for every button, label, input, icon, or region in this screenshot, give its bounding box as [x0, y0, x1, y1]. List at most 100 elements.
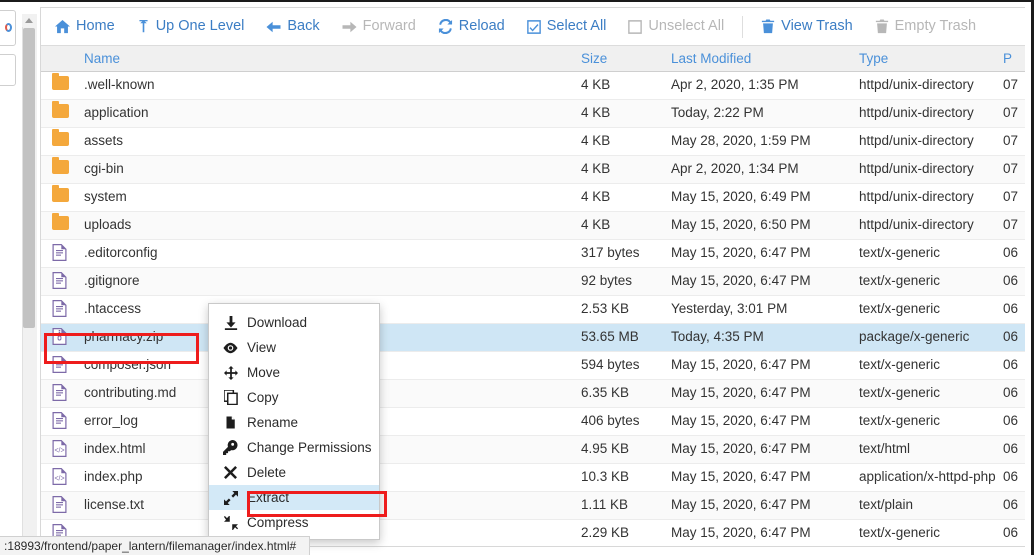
file-name[interactable]: .well-known	[84, 77, 155, 92]
context-menu-item-rename[interactable]: Rename	[209, 410, 379, 435]
file-manager-toolbar: Home Up One Level Back Forward Reload Select …	[41, 8, 1025, 46]
column-header-type[interactable]: Type	[859, 51, 888, 66]
context-menu-item-download[interactable]: Download	[209, 310, 379, 335]
file-type: text/plain	[859, 497, 913, 512]
file-size: 4 KB	[581, 77, 610, 92]
file-permissions: 07	[1003, 105, 1018, 120]
trash-icon	[761, 19, 775, 34]
table-row[interactable]: system4 KBMay 15, 2020, 6:49 PMhttpd/uni…	[41, 184, 1025, 212]
table-row[interactable]: cgi-bin4 KBApr 2, 2020, 1:34 PMhttpd/uni…	[41, 156, 1025, 184]
column-header-last-modified[interactable]: Last Modified	[671, 51, 751, 66]
file-permissions: 07	[1003, 161, 1018, 176]
file-name[interactable]: assets	[84, 133, 123, 148]
file-size: 4 KB	[581, 189, 610, 204]
file-size: 594 bytes	[581, 357, 640, 372]
file-name[interactable]: .htaccess	[84, 301, 141, 316]
text-file-icon	[52, 356, 67, 376]
table-row[interactable]: uploads4 KBMay 15, 2020, 6:50 PMhttpd/un…	[41, 212, 1025, 240]
toolbar-select-all-button[interactable]: Select All	[527, 19, 607, 34]
file-type: text/x-generic	[859, 525, 940, 540]
file-permissions: 06	[1003, 357, 1018, 372]
column-header-size[interactable]: Size	[581, 51, 607, 66]
table-row[interactable]: license.txt1.11 KBMay 15, 2020, 6:47 PMt…	[41, 492, 1025, 520]
sidebar-widget-top[interactable]	[0, 10, 16, 46]
table-row[interactable]: </>index.html4.95 KBMay 15, 2020, 6:47 P…	[41, 436, 1025, 464]
toolbar-unselect-all-button[interactable]: Unselect All	[628, 19, 724, 34]
folder-icon	[52, 76, 69, 90]
column-header-p[interactable]: P	[1003, 51, 1012, 66]
file-size: 4 KB	[581, 133, 610, 148]
toolbar-empty-trash-button[interactable]: Empty Trash	[875, 19, 976, 34]
scroll-up-arrow-icon[interactable]	[22, 14, 36, 27]
file-modified: May 15, 2020, 6:47 PM	[671, 525, 811, 540]
text-file-icon	[52, 300, 67, 320]
file-type-icon	[52, 76, 69, 93]
context-menu-item-extract[interactable]: Extract	[209, 485, 379, 510]
compress-icon	[223, 516, 238, 530]
file-modified: May 15, 2020, 6:47 PM	[671, 273, 811, 288]
file-name[interactable]: license.txt	[84, 497, 144, 512]
context-menu-item-delete[interactable]: Delete	[209, 460, 379, 485]
file-name[interactable]: index.html	[84, 441, 146, 456]
table-row[interactable]: .htaccess2.53 KBYesterday, 3:01 PMtext/x…	[41, 296, 1025, 324]
table-row[interactable]: error_log406 bytesMay 15, 2020, 6:47 PMt…	[41, 408, 1025, 436]
table-row[interactable]: contributing.md6.35 KBMay 15, 2020, 6:47…	[41, 380, 1025, 408]
arrow-left-icon	[266, 20, 281, 34]
page-scrollbar-thumb[interactable]	[23, 28, 35, 328]
toolbar-reload-button[interactable]: Reload	[438, 19, 505, 34]
file-name[interactable]: application	[84, 105, 149, 120]
x-icon	[223, 466, 238, 479]
file-name[interactable]: .gitignore	[84, 273, 140, 288]
file-size: 53.65 MB	[581, 329, 639, 344]
context-menu-item-move[interactable]: Move	[209, 360, 379, 385]
file-permissions: 06	[1003, 413, 1018, 428]
table-row[interactable]: .well-known4 KBApr 2, 2020, 1:35 PMhttpd…	[41, 72, 1025, 100]
file-name[interactable]: error_log	[84, 413, 138, 428]
file-modified: May 15, 2020, 6:47 PM	[671, 385, 811, 400]
filemanager-screenshot: Home Up One Level Back Forward Reload Select …	[0, 0, 1034, 555]
file-name[interactable]: uploads	[84, 217, 131, 232]
file-type-icon	[52, 328, 67, 348]
file-name[interactable]: system	[84, 189, 127, 204]
context-menu-item-copy[interactable]: Copy	[209, 385, 379, 410]
table-row[interactable]: .gitignore92 bytesMay 15, 2020, 6:47 PMt…	[41, 268, 1025, 296]
table-row[interactable]: .editorconfig317 bytesMay 15, 2020, 6:47…	[41, 240, 1025, 268]
file-modified: Today, 2:22 PM	[671, 105, 764, 120]
toolbar-up-one-level-button[interactable]: Up One Level	[137, 19, 245, 34]
file-name[interactable]: contributing.md	[84, 385, 176, 400]
table-row[interactable]: </>index.php10.3 KBMay 15, 2020, 6:47 PM…	[41, 464, 1025, 492]
table-row[interactable]: composer.json594 bytesMay 15, 2020, 6:47…	[41, 352, 1025, 380]
file-modified: Apr 2, 2020, 1:34 PM	[671, 161, 799, 176]
table-row[interactable]: assets4 KBMay 28, 2020, 1:59 PMhttpd/uni…	[41, 128, 1025, 156]
checked-box-icon	[527, 20, 541, 34]
table-row[interactable]: pharmacy.zip53.65 MBToday, 4:35 PMpackag…	[41, 324, 1025, 352]
file-permissions: 06	[1003, 329, 1018, 344]
file-type: httpd/unix-directory	[859, 217, 974, 232]
file-size: 4.95 KB	[581, 441, 629, 456]
sidebar-widget-bottom[interactable]	[0, 54, 16, 86]
empty-box-icon	[628, 20, 642, 34]
file-type-icon	[52, 496, 67, 516]
context-menu-item-view[interactable]: View	[209, 335, 379, 360]
context-menu-item-compress[interactable]: Compress	[209, 510, 379, 535]
file-name[interactable]: pharmacy.zip	[84, 329, 163, 344]
toolbar-back-button[interactable]: Back	[266, 19, 319, 34]
text-file-icon	[52, 496, 67, 516]
file-name[interactable]: cgi-bin	[84, 161, 124, 176]
column-header-name[interactable]: Name	[84, 51, 120, 66]
file-name[interactable]: composer.json	[84, 357, 171, 372]
file-name[interactable]: index.php	[84, 469, 143, 484]
toolbar-forward-button[interactable]: Forward	[342, 19, 416, 34]
file-name[interactable]: .editorconfig	[84, 245, 158, 260]
table-row[interactable]: application4 KBToday, 2:22 PMhttpd/unix-…	[41, 100, 1025, 128]
toolbar-home-button[interactable]: Home	[55, 19, 115, 34]
toolbar-view-trash-button[interactable]: View Trash	[761, 19, 852, 34]
context-menu-label: Delete	[247, 465, 286, 480]
folder-icon	[52, 188, 69, 202]
copy-icon	[223, 390, 238, 405]
file-type: httpd/unix-directory	[859, 133, 974, 148]
file-modified: May 15, 2020, 6:47 PM	[671, 441, 811, 456]
text-file-icon	[52, 272, 67, 292]
context-menu-item-change-permissions[interactable]: Change Permissions	[209, 435, 379, 460]
key-icon	[223, 440, 238, 455]
